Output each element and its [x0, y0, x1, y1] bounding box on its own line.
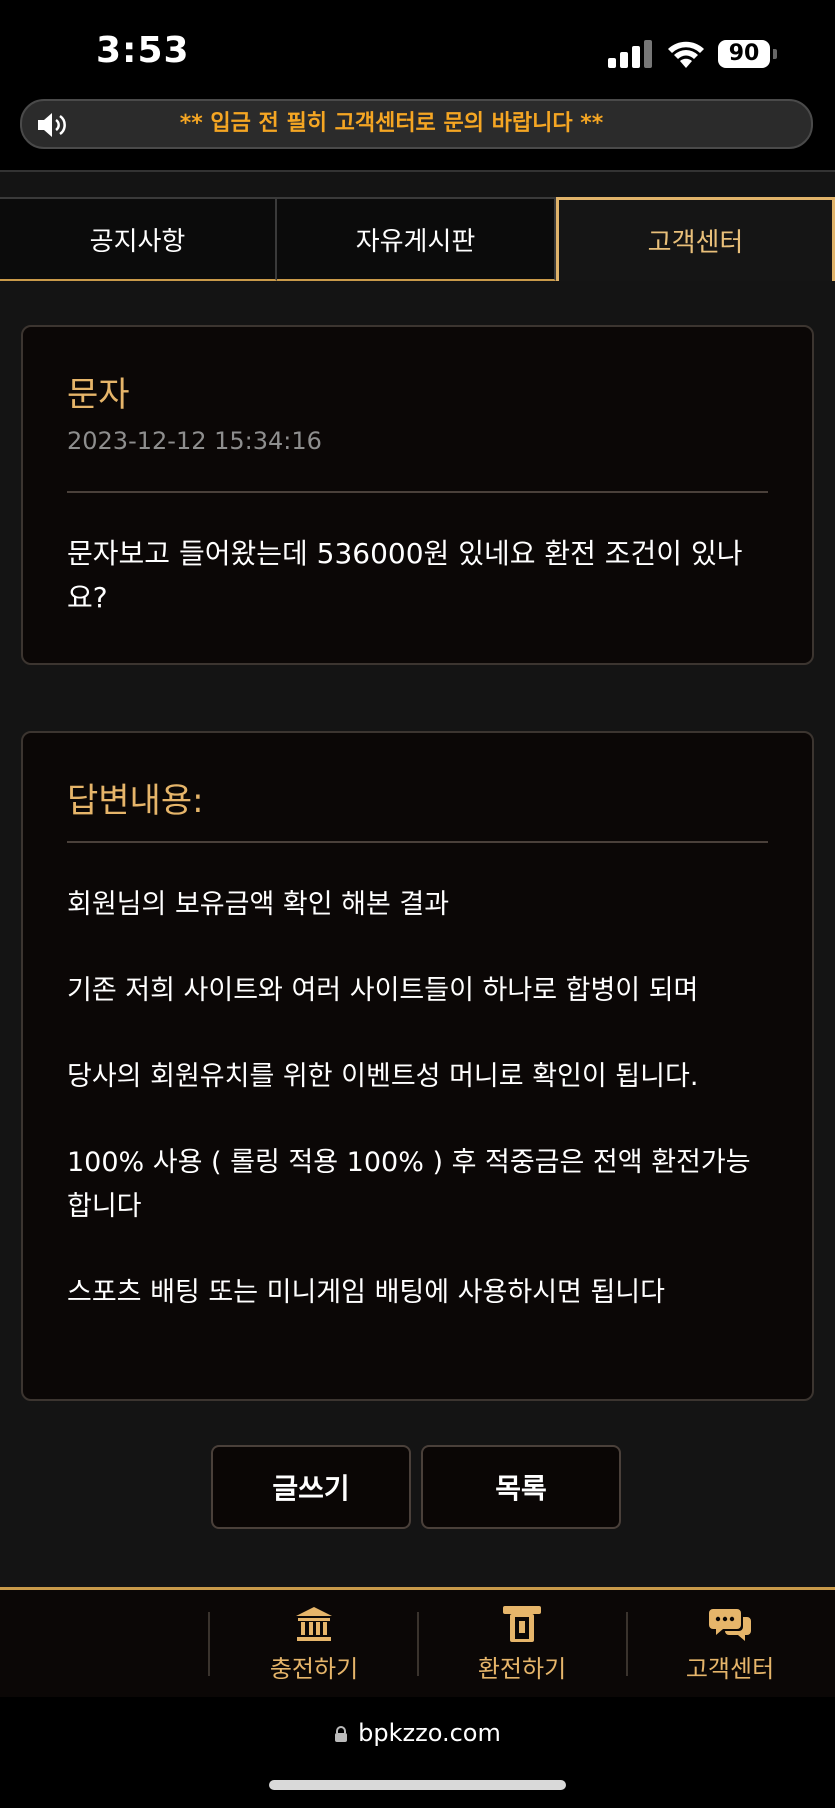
- notice-marquee: ** 입금 전 필히 고객센터로 문의 바랍니다 **: [20, 99, 813, 149]
- answer-paragraph: 회원님의 보유금액 확인 해본 결과: [67, 889, 450, 920]
- board-tabs: 공지사항 자유게시판 고객센터: [0, 197, 835, 281]
- question-date: 2023-12-12 15:34:16: [67, 427, 322, 455]
- question-card: 문자 2023-12-12 15:34:16 문자보고 들어왔는데 536000…: [21, 325, 814, 665]
- lock-icon: [335, 1726, 348, 1742]
- divider: [67, 841, 768, 843]
- divider: [67, 491, 768, 493]
- question-body: 문자보고 들어왔는데 536000원 있네요 환전 조건이 있나요?: [67, 537, 743, 614]
- atm-card-icon: [503, 1606, 541, 1642]
- tab-customer-center[interactable]: 고객센터: [556, 197, 835, 281]
- answer-paragraph: 당사의 회원유치를 위한 이벤트성 머니로 확인이 됩니다.: [67, 1061, 699, 1092]
- nav-deposit[interactable]: 충전하기: [210, 1590, 418, 1697]
- tab-notice[interactable]: 공지사항: [0, 197, 277, 281]
- answer-body: 회원님의 보유금액 확인 해본 결과 기존 저희 사이트와 여러 사이트들이 하…: [67, 883, 768, 1357]
- answer-paragraph: 스포츠 배팅 또는 미니게임 배팅에 사용하시면 됩니다: [67, 1277, 665, 1308]
- nav-customer-center[interactable]: 고객센터: [626, 1590, 834, 1697]
- url-text: bpkzzo.com: [358, 1719, 501, 1747]
- bottom-nav: 충전하기 환전하기 고객센터: [0, 1587, 835, 1697]
- browser-url-bar[interactable]: bpkzzo.com: [0, 1697, 835, 1808]
- answer-card: 답변내용: 회원님의 보유금액 확인 해본 결과 기존 저희 사이트와 여러 사…: [21, 731, 814, 1401]
- tab-free-board[interactable]: 자유게시판: [277, 197, 556, 281]
- answer-paragraph: 100% 사용 ( 롤링 적용 100% ) 후 적중금은 전액 환전가능 합니…: [67, 1147, 751, 1222]
- answer-paragraph: 기존 저희 사이트와 여러 사이트들이 하나로 합병이 되며: [67, 975, 699, 1006]
- page-content: 공지사항 자유게시판 고객센터 문자 2023-12-12 15:34:16 문…: [0, 170, 835, 1590]
- bank-icon: [296, 1607, 332, 1641]
- marquee-text: ** 입금 전 필히 고객센터로 문의 바랍니다 **: [179, 111, 604, 136]
- nav-withdraw-label: 환전하기: [477, 1655, 567, 1683]
- list-button[interactable]: 목록: [421, 1445, 621, 1529]
- cellular-signal-icon: [608, 40, 652, 68]
- question-title: 문자: [67, 375, 130, 415]
- battery-indicator: 90: [718, 40, 770, 68]
- battery-tip: [773, 49, 777, 59]
- write-button[interactable]: 글쓰기: [211, 1445, 411, 1529]
- answer-title: 답변내용:: [67, 781, 204, 821]
- nav-withdraw[interactable]: 환전하기: [418, 1590, 626, 1697]
- wifi-icon: [668, 41, 704, 68]
- nav-deposit-label: 충전하기: [269, 1655, 359, 1683]
- clock: 3:53: [96, 30, 190, 71]
- chat-bubbles-icon: [709, 1609, 751, 1641]
- home-indicator[interactable]: [269, 1780, 566, 1790]
- status-bar: 3:53 90: [0, 0, 835, 100]
- nav-customer-center-label: 고객센터: [685, 1655, 775, 1683]
